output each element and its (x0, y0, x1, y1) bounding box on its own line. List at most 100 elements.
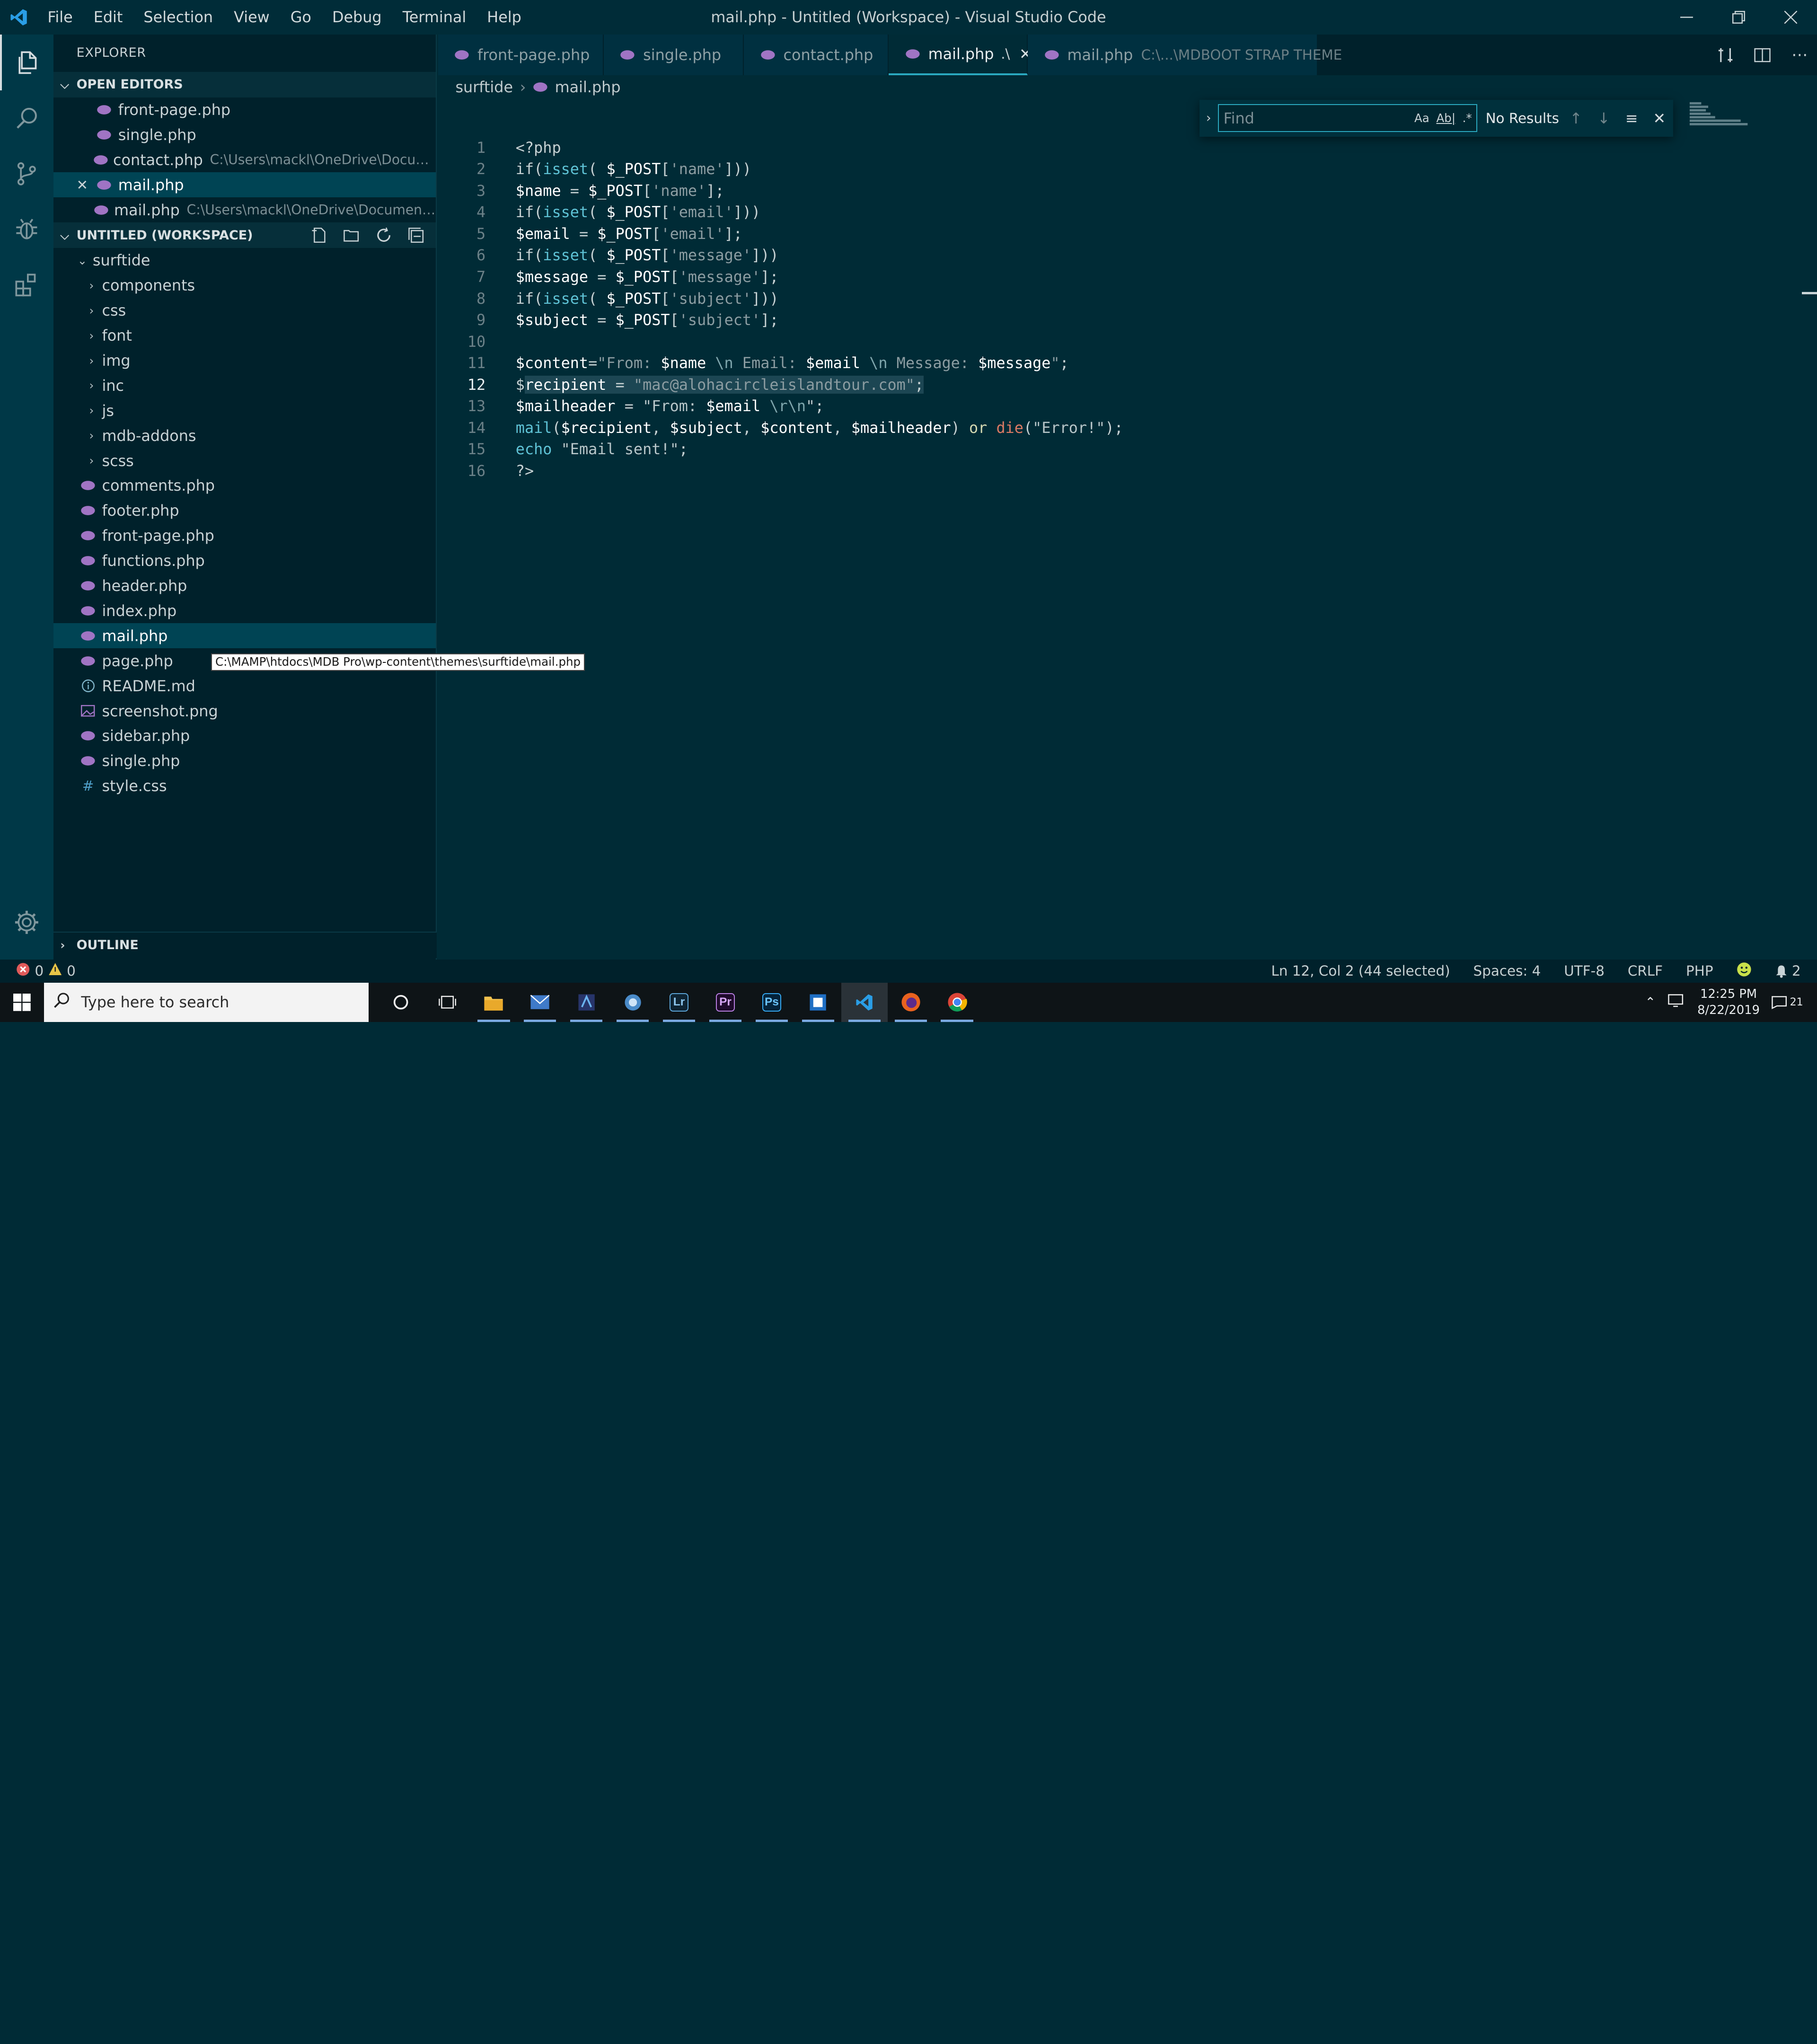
close-editor-icon[interactable]: ✕ (74, 177, 90, 193)
clock[interactable]: 12:25 PM 8/22/2019 (1697, 986, 1760, 1019)
file-explorer-icon[interactable] (470, 983, 517, 1022)
folder-item[interactable]: › font (53, 323, 436, 348)
cursor-position[interactable]: Ln 12, Col 2 (44 selected) (1271, 963, 1450, 979)
vscode-taskbar-icon[interactable] (841, 982, 888, 1022)
menu-terminal[interactable]: Terminal (392, 0, 477, 35)
file-item[interactable]: single.php (53, 749, 436, 774)
open-editor-item-active[interactable]: ✕ mail.php (53, 172, 436, 198)
lightroom-icon[interactable]: Lr (656, 983, 702, 1022)
action-center-icon[interactable]: 21 (1771, 996, 1803, 1009)
premiere-icon[interactable]: Pr (702, 983, 749, 1022)
toggle-replace-icon[interactable]: › (1200, 111, 1218, 125)
settings-gear-icon[interactable] (0, 899, 53, 945)
windows-start-icon[interactable] (0, 983, 44, 1022)
match-case-toggle[interactable]: Aa (1414, 111, 1429, 125)
feedback-smiley-icon[interactable] (1737, 962, 1752, 980)
menu-edit[interactable]: Edit (83, 0, 133, 35)
tab-front-page[interactable]: front-page.php (438, 35, 604, 76)
search-icon[interactable] (0, 90, 53, 146)
mail-icon[interactable] (517, 983, 563, 1022)
file-item[interactable]: index.php (53, 599, 436, 624)
tab-path: C:\...\MDBOOT STRAP THEME (1141, 47, 1342, 63)
task-view-icon[interactable] (424, 983, 470, 1022)
minimize-button[interactable] (1660, 0, 1712, 35)
next-match-icon[interactable]: ↓ (1595, 109, 1613, 127)
collapse-all-icon[interactable] (406, 225, 427, 246)
workspace-header[interactable]: ⌵ UNTITLED (WORKSPACE) (53, 222, 436, 248)
language-mode[interactable]: PHP (1686, 963, 1713, 979)
file-item[interactable]: comments.php (53, 473, 436, 498)
chrome-icon[interactable] (934, 983, 980, 1022)
menu-help[interactable]: Help (476, 0, 532, 35)
folder-item[interactable]: › img (53, 348, 436, 373)
root-folder[interactable]: ⌄ surftide (53, 248, 436, 273)
refresh-icon[interactable] (373, 225, 394, 246)
folder-item[interactable]: › inc (53, 373, 436, 398)
regex-toggle[interactable]: .* (1463, 111, 1472, 125)
new-file-icon[interactable] (309, 225, 329, 246)
minimap[interactable] (1687, 100, 1755, 128)
menu-go[interactable]: Go (280, 0, 322, 35)
menu-file[interactable]: File (37, 0, 83, 35)
app-icon-square[interactable] (795, 983, 841, 1022)
problems-indicator[interactable]: 0 0 (0, 962, 76, 979)
restore-button[interactable] (1713, 0, 1765, 35)
open-changes-icon[interactable] (1715, 44, 1736, 65)
app-icon-round[interactable] (609, 983, 656, 1022)
firefox-icon[interactable] (888, 983, 934, 1022)
close-find-icon[interactable]: ✕ (1650, 109, 1668, 127)
close-window-button[interactable] (1765, 0, 1817, 35)
menu-debug[interactable]: Debug (322, 0, 392, 35)
tab-mail-active[interactable]: mail.php .\ ✕ (889, 35, 1032, 76)
extensions-icon[interactable] (0, 257, 53, 313)
file-item[interactable]: functions.php (53, 548, 436, 573)
new-folder-icon[interactable] (341, 225, 362, 246)
network-icon[interactable] (1667, 994, 1686, 1011)
open-editor-item[interactable]: contact.php C:\Users\mackl\OneDrive\Docu… (53, 147, 436, 172)
open-editors-header[interactable]: ⌵ OPEN EDITORS (53, 71, 436, 97)
file-item[interactable]: mail.php (53, 623, 436, 649)
taskbar-search-box[interactable]: Type here to search (44, 982, 369, 1022)
indentation[interactable]: Spaces: 4 (1473, 963, 1541, 979)
encoding[interactable]: UTF-8 (1564, 963, 1605, 979)
menu-view[interactable]: View (223, 0, 280, 35)
folder-item[interactable]: › mdb-addons (53, 423, 436, 448)
explorer-icon[interactable] (0, 35, 53, 91)
find-in-selection-icon[interactable]: ≡ (1623, 109, 1641, 127)
source-control-icon[interactable] (0, 146, 53, 202)
file-item[interactable]: README.md (53, 673, 436, 698)
notifications-bell[interactable]: 2 (1774, 963, 1801, 979)
file-item[interactable]: screenshot.png (53, 698, 436, 723)
find-input[interactable] (1218, 109, 1393, 127)
more-actions-icon[interactable]: ⋯ (1789, 44, 1810, 65)
menu-selection[interactable]: Selection (133, 0, 223, 35)
file-item[interactable]: footer.php (53, 498, 436, 523)
cortana-icon[interactable] (378, 983, 424, 1022)
app-icon-blue[interactable] (563, 983, 609, 1022)
tab-mail-other[interactable]: mail.php C:\...\MDBOOT STRAP THEME (1028, 35, 1342, 76)
line-ending[interactable]: CRLF (1628, 963, 1663, 979)
file-item[interactable]: header.php (53, 573, 436, 599)
tab-single[interactable]: single.php (603, 35, 744, 76)
file-item[interactable]: # style.css (53, 774, 436, 799)
outline-header[interactable]: › OUTLINE (53, 933, 437, 958)
folder-item[interactable]: › components (53, 273, 436, 298)
debug-icon[interactable] (0, 202, 53, 257)
folder-item[interactable]: › scss (53, 448, 436, 473)
breadcrumb-file[interactable]: mail.php (555, 78, 621, 96)
photoshop-icon[interactable]: Ps (749, 983, 795, 1022)
breadcrumb-folder[interactable]: surftide (455, 78, 513, 96)
open-editor-item[interactable]: front-page.php (53, 97, 436, 123)
open-editor-item[interactable]: mail.php C:\Users\mackl\OneDrive\Documen… (53, 197, 436, 222)
previous-match-icon[interactable]: ↑ (1567, 109, 1585, 127)
tray-expand-icon[interactable]: ⌃ (1645, 995, 1656, 1010)
tab-contact[interactable]: contact.php (744, 35, 889, 76)
code-editor[interactable]: 1 <?php 2 if(isset( $_POST['name'])) 3 $nam… (438, 137, 1794, 482)
split-editor-icon[interactable] (1752, 44, 1773, 65)
folder-item[interactable]: › js (53, 398, 436, 423)
file-item[interactable]: front-page.php (53, 523, 436, 548)
folder-item[interactable]: › css (53, 298, 436, 323)
open-editor-item[interactable]: single.php (53, 123, 436, 148)
file-item[interactable]: sidebar.php (53, 723, 436, 749)
whole-word-toggle[interactable]: Ab| (1436, 111, 1455, 125)
